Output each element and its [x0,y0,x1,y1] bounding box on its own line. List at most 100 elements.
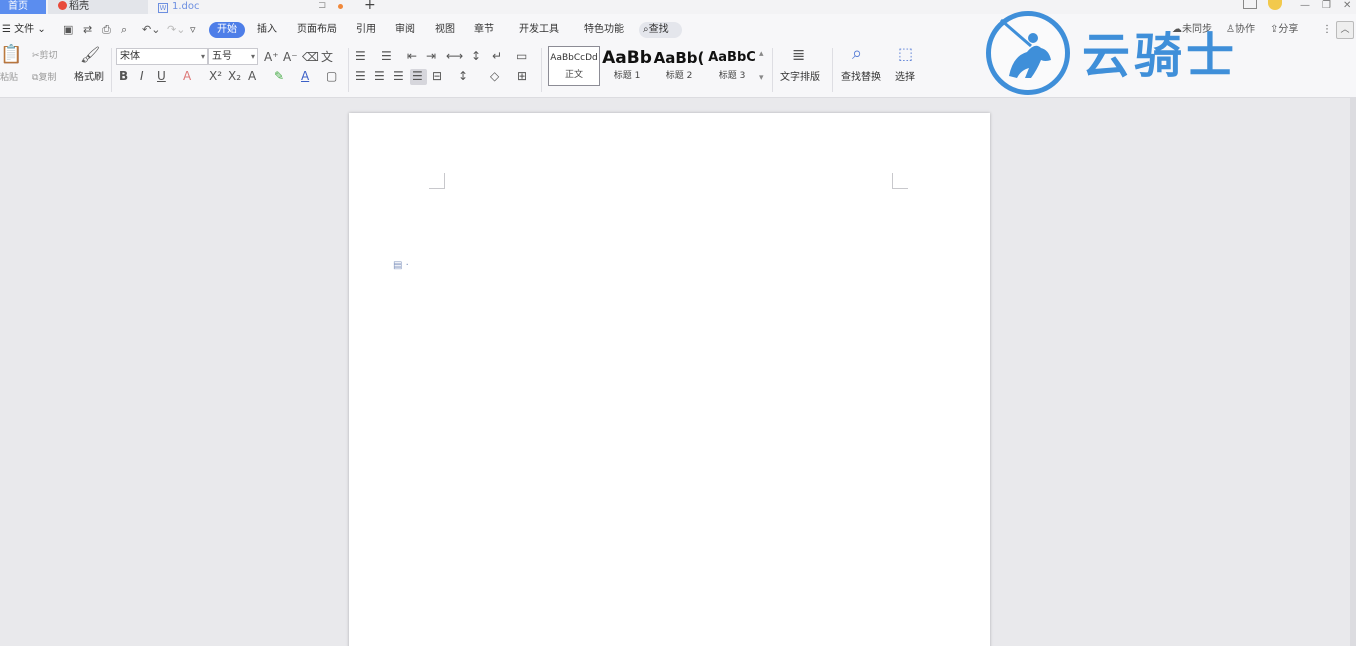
text-layout-button[interactable]: 文字排版 [780,72,820,84]
chinese-layout-icon[interactable]: ⟷ [446,49,463,63]
bullet-list-icon[interactable]: ☰ [355,49,366,63]
highlight-icon[interactable]: ✎ [274,69,284,83]
gallery-scroll-up-icon[interactable]: ▴ [759,48,764,60]
subscript-icon[interactable]: X₂ [228,69,241,83]
align-left-icon[interactable]: ☰ [355,69,366,83]
margin-corner-top-right [892,173,908,189]
style-heading-3[interactable]: AaBbC 标题 3 [706,46,758,86]
watermark-logo: 云骑士 [982,8,1292,103]
margin-corner-top-left [429,173,445,189]
text-layout-icon[interactable]: ≣ [792,47,805,63]
print-preview-icon[interactable]: ⌕ [121,24,127,36]
decrease-indent-icon[interactable]: ⇤ [407,49,417,63]
chevron-down-icon: ▾ [200,52,205,61]
distribute-icon[interactable]: ⊟ [432,69,442,83]
align-right-icon[interactable]: ☰ [393,69,404,83]
export-icon[interactable]: ⇄ [83,24,92,36]
customize-icon[interactable]: ▿ [190,24,196,36]
pin-icon[interactable]: ⊐ [318,0,326,12]
search-button[interactable]: ⌕查找 [639,22,682,38]
menu-insert[interactable]: 插入 [257,23,277,37]
borders-icon[interactable]: ⊞ [517,69,527,83]
clear-format-icon[interactable]: ⌫ [302,50,319,64]
format-painter-icon[interactable]: 🖌 [80,47,100,63]
style-gallery: AaBbCcDd 正文 AaBb 标题 1 AaBb( 标题 2 AaBbC 标… [547,46,769,87]
select-button[interactable]: 选择 [895,72,915,84]
font-size-value: 五号 [212,51,232,62]
ribbon-separator [111,48,112,92]
style-heading-2-preview: AaBb( [653,49,705,67]
style-heading-2[interactable]: AaBb( 标题 2 [653,46,705,86]
align-center-icon[interactable]: ☰ [374,69,385,83]
menu-review[interactable]: 审阅 [395,23,415,37]
menu-file[interactable]: ☰ 文件 ⌄ [2,23,46,37]
cut-button[interactable]: ✂剪切 [32,50,58,62]
phonetic-icon[interactable]: 文 [321,50,333,64]
copy-button[interactable]: ⧉复制 [32,72,56,84]
ribbon-separator [541,48,542,92]
ribbon-separator [832,48,833,92]
style-heading-2-name: 标题 2 [665,71,693,81]
restore-icon[interactable]: ❐ [1322,0,1331,11]
justify-icon[interactable]: ☰ [412,69,423,83]
line-spacing-icon[interactable]: ↕ [458,69,468,83]
menu-references[interactable]: 引用 [356,23,376,37]
print-icon[interactable]: ⎙ [102,24,111,36]
unsaved-dot-icon [338,4,343,9]
ribbon-separator [348,48,349,92]
menu-start[interactable]: 开始 [209,22,245,38]
select-icon[interactable]: ⬚ [898,46,913,62]
minimize-icon[interactable]: — [1300,0,1310,11]
font-size-select[interactable]: 五号 ▾ [208,48,258,65]
tab-daoke[interactable]: 稻壳 [48,0,148,14]
document-page[interactable]: ▤ · [349,113,990,646]
more-icon[interactable]: ⋮ [1322,23,1332,37]
menu-section[interactable]: 章节 [474,23,494,37]
redo-icon[interactable]: ↷⌄ [167,24,185,36]
font-name-select[interactable]: 宋体 ▾ [116,48,208,65]
style-heading-1[interactable]: AaBb 标题 1 [602,46,652,86]
style-normal[interactable]: AaBbCcDd 正文 [548,46,600,86]
paragraph-layout-icon[interactable]: ▤ · [393,260,409,272]
superscript-icon[interactable]: X² [209,69,222,83]
find-replace-icon[interactable]: ⌕ [852,45,862,63]
daoke-icon [58,1,67,10]
close-icon[interactable]: ✕ [1343,0,1351,11]
menu-developer[interactable]: 开发工具 [519,23,559,37]
paste-icon[interactable]: 📋 [0,46,22,64]
menu-view[interactable]: 视图 [435,23,455,37]
underline-icon[interactable]: U [157,69,166,83]
tab-home[interactable]: 首页 [0,0,46,14]
chevron-down-icon: ▾ [250,52,255,61]
table-line-icon[interactable]: ▭ [516,49,527,63]
copy-label: 复制 [38,73,57,83]
font-color-icon[interactable]: A [301,69,309,83]
bold-icon[interactable]: B [119,69,128,83]
gallery-more-icon[interactable]: ▾ [759,72,764,84]
grow-font-icon[interactable]: A⁺ [264,50,279,64]
char-border-icon[interactable]: ▢ [326,69,337,83]
increase-indent-icon[interactable]: ⇥ [426,49,436,63]
numbered-list-icon[interactable]: ☰ [381,49,392,63]
save-icon[interactable]: ▣ [63,24,73,36]
style-heading-3-preview: AaBbC [708,50,756,65]
text-effect-icon[interactable]: A [248,69,256,83]
hamburger-icon: ☰ [2,24,15,35]
show-marks-icon[interactable]: ↵ [492,49,502,63]
paste-button[interactable]: 粘贴 [0,72,18,84]
undo-icon[interactable]: ↶⌄ [142,24,160,36]
format-painter-button[interactable]: 格式刷 [74,72,104,84]
menu-page-layout[interactable]: 页面布局 [297,23,337,37]
style-normal-preview: AaBbCcDd [550,53,598,63]
menu-special[interactable]: 特色功能 [584,23,624,37]
strikethrough-icon[interactable]: A [183,69,191,83]
sort-icon[interactable]: ↕ [471,49,481,63]
italic-icon[interactable]: I [140,69,144,83]
new-tab-button[interactable]: + [364,0,376,12]
shrink-font-icon[interactable]: A⁻ [283,50,298,64]
collapse-ribbon-button[interactable]: ︿ [1336,21,1354,39]
document-canvas[interactable]: ▤ · [0,98,1356,646]
find-replace-button[interactable]: 查找替换 [841,72,881,84]
vertical-scrollbar[interactable] [1350,98,1356,646]
shading-icon[interactable]: ◇ [490,69,499,83]
